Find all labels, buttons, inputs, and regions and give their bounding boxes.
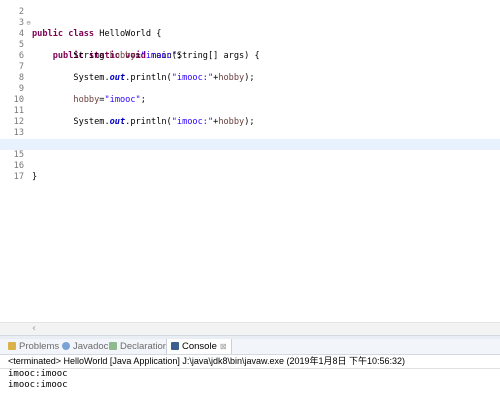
code-line[interactable]: 8 xyxy=(0,62,500,83)
divider xyxy=(0,368,500,369)
code-line[interactable]: 3 public class HelloWorld { xyxy=(0,7,500,39)
javadoc-icon xyxy=(62,342,70,350)
code-line[interactable]: 10 xyxy=(0,84,500,105)
horizontal-scrollbar[interactable]: ‹ xyxy=(0,322,500,335)
view-tab-bar: Problems Javadoc Declaration Console ⊠ xyxy=(0,339,500,355)
console-status-header: <terminated> HelloWorld [Java Applicatio… xyxy=(8,356,406,366)
code-line[interactable]: 17 xyxy=(0,161,500,182)
current-code-line[interactable]: 15 xyxy=(0,139,500,160)
code-line[interactable]: 11 System.out.println("imooc:"+hobby); xyxy=(0,95,500,127)
console-icon xyxy=(171,342,179,350)
tab-javadoc[interactable]: Javadoc xyxy=(62,339,108,354)
tab-declaration[interactable]: Declaration xyxy=(109,339,168,354)
code-line[interactable]: 7 System.out.println("imooc:"+hobby); xyxy=(0,51,500,83)
code-line[interactable]: 5 String hobby="imooc"; xyxy=(0,29,500,61)
line-number: 17 xyxy=(13,172,24,182)
scroll-left-icon[interactable]: ‹ xyxy=(32,323,36,335)
tab-console[interactable]: Console ⊠ xyxy=(166,339,232,354)
code-editor[interactable]: 2 3 public class HelloWorld { 4 ⊖ public… xyxy=(0,0,500,335)
code-line[interactable]: 4 ⊖ public static void main(String[] arg… xyxy=(0,18,500,61)
console-output-line: imooc:imooc xyxy=(8,380,68,390)
code-line[interactable]: 6 xyxy=(0,40,500,61)
code-line[interactable]: 2 xyxy=(0,0,500,17)
code-line[interactable]: 14 xyxy=(0,128,500,149)
fold-collapse-icon[interactable]: ⊖ xyxy=(25,18,32,29)
declaration-icon xyxy=(109,342,117,350)
code-text: } xyxy=(32,172,38,182)
close-icon[interactable]: ⊠ xyxy=(220,342,227,351)
code-line[interactable]: 13 } xyxy=(0,117,500,149)
code-line[interactable]: 9 hobby="imooc"; xyxy=(0,73,500,105)
problems-icon xyxy=(8,342,16,350)
tab-problems[interactable]: Problems xyxy=(8,339,59,354)
code-line[interactable]: 16 } xyxy=(0,150,500,182)
code-line[interactable]: 12 xyxy=(0,106,500,127)
console-view[interactable]: <terminated> HelloWorld [Java Applicatio… xyxy=(0,355,500,407)
console-output-line: imooc:imooc xyxy=(8,369,68,379)
